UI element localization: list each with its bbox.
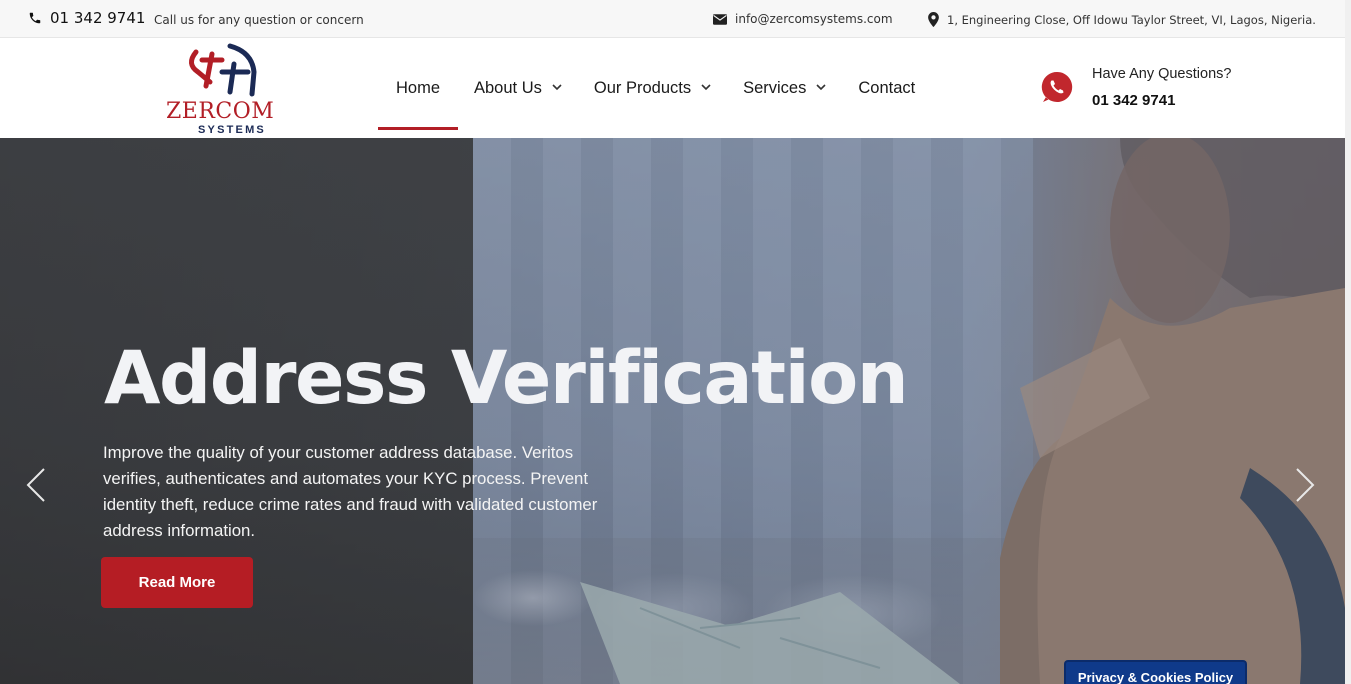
topbar-address: 1, Engineering Close, Off Idowu Taylor S… <box>928 12 1316 27</box>
topbar-email-text: info@zercomsystems.com <box>735 12 893 26</box>
logo-subtitle: SYSTEMS <box>198 124 266 136</box>
chevron-left-icon <box>26 468 45 502</box>
slider-next-button[interactable] <box>1293 465 1317 505</box>
site-header: ZERCOM SYSTEMS Home About Us Our Product… <box>0 38 1345 138</box>
logo-mark-icon <box>189 43 257 97</box>
main-nav: Home About Us Our Products Services Cont… <box>378 38 931 138</box>
envelope-icon <box>713 13 727 25</box>
phone-icon <box>28 11 42 25</box>
hero-description: Improve the quality of your customer add… <box>103 443 598 540</box>
page-scrollbar[interactable] <box>1345 0 1351 684</box>
cta-question: Have Any Questions? <box>1092 66 1232 82</box>
map-pin-icon <box>928 12 939 27</box>
nav-item-our-products[interactable]: Our Products <box>578 38 727 138</box>
cta-phone-number: 01 342 9741 <box>1092 92 1176 109</box>
chevron-down-icon <box>816 82 826 94</box>
nav-item-label: Services <box>743 78 807 97</box>
slider-prev-button[interactable] <box>24 465 48 505</box>
chevron-down-icon <box>701 82 711 94</box>
nav-item-label: Our Products <box>593 78 692 97</box>
nav-item-about-us[interactable]: About Us <box>458 38 578 138</box>
whatsapp-icon <box>1040 70 1074 108</box>
nav-item-label: Contact <box>858 78 916 97</box>
topbar-phone[interactable]: 01 342 9741 <box>28 9 145 27</box>
topbar-phone-number: 01 342 9741 <box>50 9 146 27</box>
nav-item-home[interactable]: Home <box>378 38 458 138</box>
hero-slider: Address Verification Improve the quality… <box>0 138 1345 684</box>
topbar-address-text: 1, Engineering Close, Off Idowu Taylor S… <box>947 12 1316 27</box>
hero-title: Address Verification <box>104 336 909 421</box>
chevron-right-icon <box>1296 468 1315 502</box>
site-logo[interactable]: ZERCOM SYSTEMS <box>166 42 276 136</box>
nav-item-label: About Us <box>474 78 542 97</box>
nav-item-contact[interactable]: Contact <box>842 38 931 138</box>
top-bar: 01 342 9741 Call us for any question or … <box>0 0 1345 38</box>
nav-item-label: Home <box>395 78 440 97</box>
topbar-email[interactable]: info@zercomsystems.com <box>713 12 893 26</box>
chevron-down-icon <box>552 82 562 94</box>
read-more-button[interactable]: Read More <box>101 557 253 608</box>
nav-item-services[interactable]: Services <box>727 38 842 138</box>
topbar-call-note: Call us for any question or concern <box>154 13 364 27</box>
privacy-cookies-button[interactable]: Privacy & Cookies Policy <box>1064 660 1247 684</box>
logo-name: ZERCOM <box>166 99 275 124</box>
